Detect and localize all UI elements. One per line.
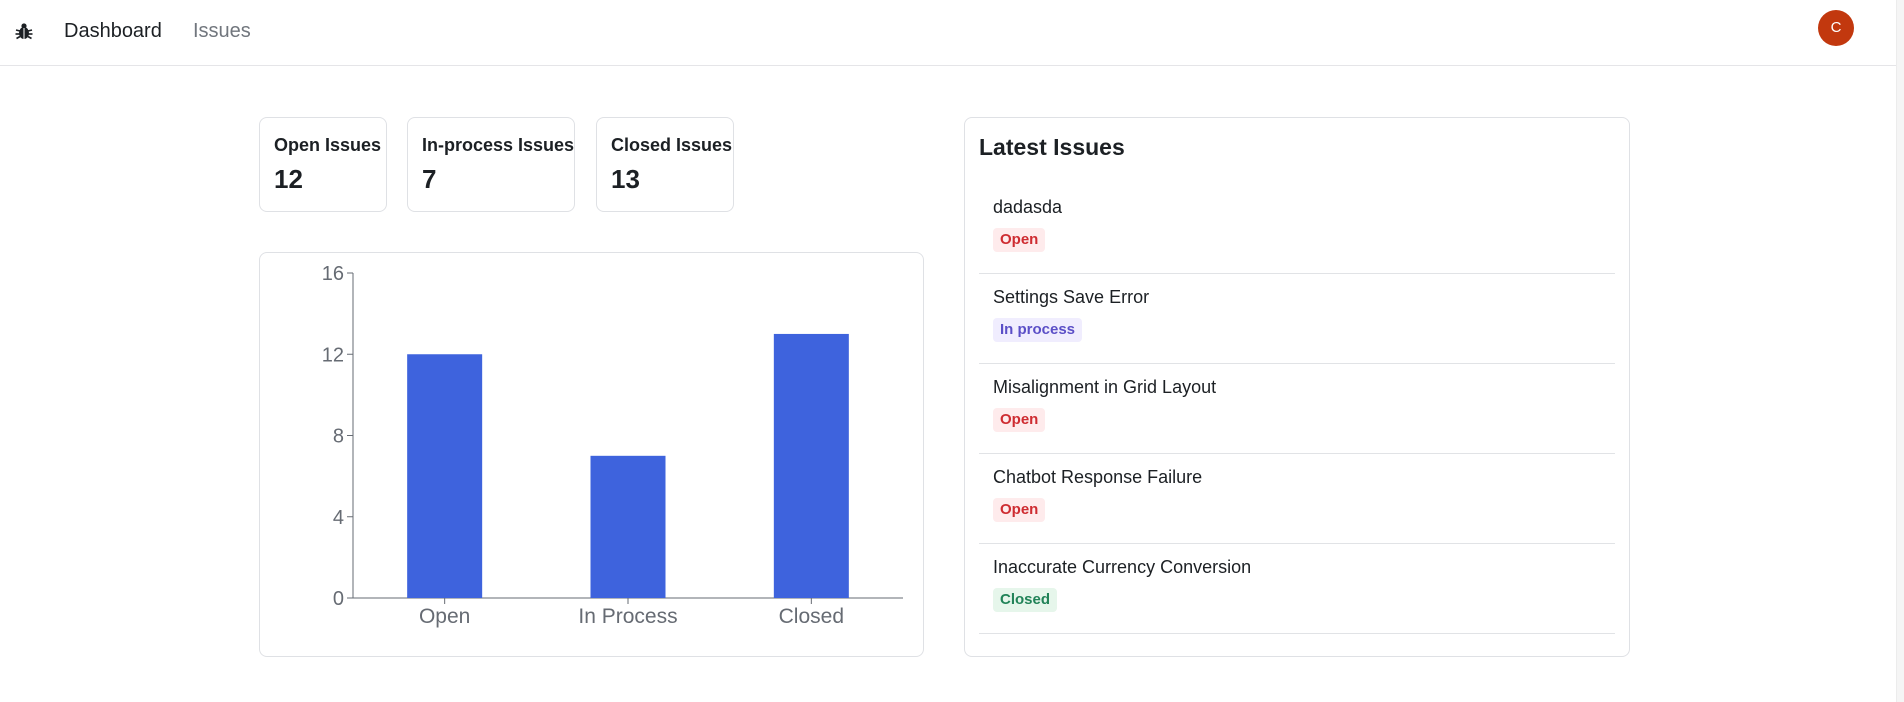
nav-link-dashboard[interactable]: Dashboard [64, 19, 162, 43]
issue-title-link[interactable]: dadasda [993, 196, 1601, 218]
y-tick-label: 4 [333, 507, 344, 529]
y-tick-label: 8 [333, 426, 344, 448]
list-item: Settings Save Error In process [979, 274, 1615, 364]
summary-value: 13 [611, 164, 640, 194]
x-tick-label: Closed [779, 605, 844, 628]
top-navbar: Dashboard Issues C [0, 0, 1896, 66]
open-issues-card: Open Issues 12 [259, 117, 387, 212]
summary-label: Closed Issues [611, 135, 733, 155]
summary-label: In-process Issues [422, 135, 575, 155]
status-badge: In process [993, 318, 1083, 342]
issue-status-chart-card: 0 4 8 12 16 Open In Process Closed [259, 252, 924, 657]
bug-icon[interactable] [14, 21, 34, 41]
issue-title-link[interactable]: Misalignment in Grid Layout [993, 376, 1601, 398]
y-tick-label: 16 [322, 263, 344, 285]
list-item: Inaccurate Currency Conversion Closed [979, 544, 1615, 634]
bar-in-process [590, 455, 666, 598]
scrollbar[interactable] [1896, 0, 1904, 702]
closed-issues-card: Closed Issues 13 [596, 117, 734, 212]
summary-value: 7 [422, 164, 437, 194]
bar-open [407, 354, 483, 598]
issue-title-link[interactable]: Chatbot Response Failure [993, 466, 1601, 488]
status-badge: Open [993, 408, 1046, 432]
bar-closed [773, 333, 849, 598]
avatar[interactable]: C [1818, 10, 1854, 46]
nav-link-issues[interactable]: Issues [193, 19, 251, 43]
x-tick-label: In Process [578, 605, 677, 628]
status-badge: Open [993, 228, 1046, 252]
list-item: Chatbot Response Failure Open [979, 454, 1615, 544]
summary-label: Open Issues [274, 135, 382, 155]
list-item: dadasda Open [979, 184, 1615, 274]
status-badge: Open [993, 498, 1046, 522]
issue-title-link[interactable]: Settings Save Error [993, 286, 1601, 308]
status-badge: Closed [993, 588, 1058, 612]
y-tick-label: 12 [322, 344, 344, 366]
latest-issues-list: dadasda Open Settings Save Error In process… [979, 184, 1615, 634]
x-tick-label: Open [419, 605, 470, 628]
in-process-issues-card: In-process Issues 7 [407, 117, 575, 212]
list-item: Misalignment in Grid Layout Open [979, 364, 1615, 454]
latest-issues-card: Latest Issues dadasda Open Settings Save E… [964, 117, 1630, 657]
y-tick-label: 0 [333, 588, 344, 610]
issue-title-link[interactable]: Inaccurate Currency Conversion [993, 556, 1601, 578]
summary-value: 12 [274, 164, 303, 194]
latest-issues-heading: Latest Issues [979, 134, 1125, 160]
issue-status-bar-chart: 0 4 8 12 16 Open In Process Closed [322, 263, 903, 628]
